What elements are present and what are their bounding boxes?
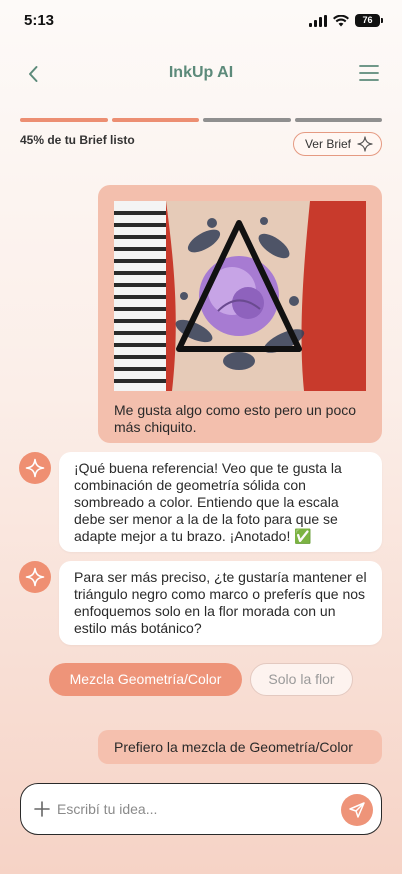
message-composer	[20, 783, 382, 835]
progress-segment	[203, 118, 291, 122]
status-bar: 5:13 76	[0, 0, 402, 44]
option-chip-solo-flor[interactable]: Solo la flor	[250, 663, 353, 696]
brief-progress-bar	[20, 118, 382, 122]
sparkle-icon	[25, 458, 45, 478]
ai-avatar	[19, 452, 51, 484]
user-message-text: Me gusta algo como esto pero un poco más…	[114, 402, 357, 435]
sparkle-icon	[25, 567, 45, 587]
ai-message-text: ¡Qué buena referencia! Veo que te gusta …	[74, 460, 342, 544]
ver-brief-label: Ver Brief	[304, 137, 351, 151]
send-button[interactable]	[341, 794, 373, 826]
ai-message-bubble: ¡Qué buena referencia! Veo que te gusta …	[59, 452, 382, 552]
ver-brief-button[interactable]: Ver Brief	[292, 132, 382, 156]
option-chip-mezcla[interactable]: Mezcla Geometría/Color	[49, 663, 242, 696]
status-icons: 76	[309, 14, 383, 27]
battery-icon: 76	[355, 14, 383, 27]
progress-segment	[294, 118, 382, 122]
brief-progress-label: 45% de tu Brief listo	[20, 133, 135, 147]
message-input[interactable]	[57, 798, 327, 820]
ai-message-text: Para ser más preciso, ¿te gustaría mante…	[74, 569, 367, 636]
tattoo-reference-image[interactable]	[114, 201, 366, 391]
page-title: InkUp AI	[168, 64, 234, 81]
hamburger-menu-icon[interactable]	[358, 62, 380, 84]
progress-segment	[20, 118, 108, 122]
ai-avatar	[19, 561, 51, 593]
signal-icon	[309, 14, 327, 27]
wifi-icon	[333, 14, 349, 26]
user-reply-bubble: Prefiero la mezcla de Geometría/Color	[98, 730, 382, 764]
app-header: InkUp AI	[0, 56, 402, 92]
user-message-bubble: Me gusta algo como esto pero un poco más…	[98, 185, 382, 443]
ai-message-bubble: Para ser más preciso, ¿te gustaría mante…	[59, 561, 382, 645]
send-icon	[349, 802, 365, 818]
progress-segment	[111, 118, 199, 122]
plus-icon[interactable]	[33, 800, 51, 818]
sparkle-icon	[357, 136, 373, 152]
status-time: 5:13	[24, 12, 55, 29]
